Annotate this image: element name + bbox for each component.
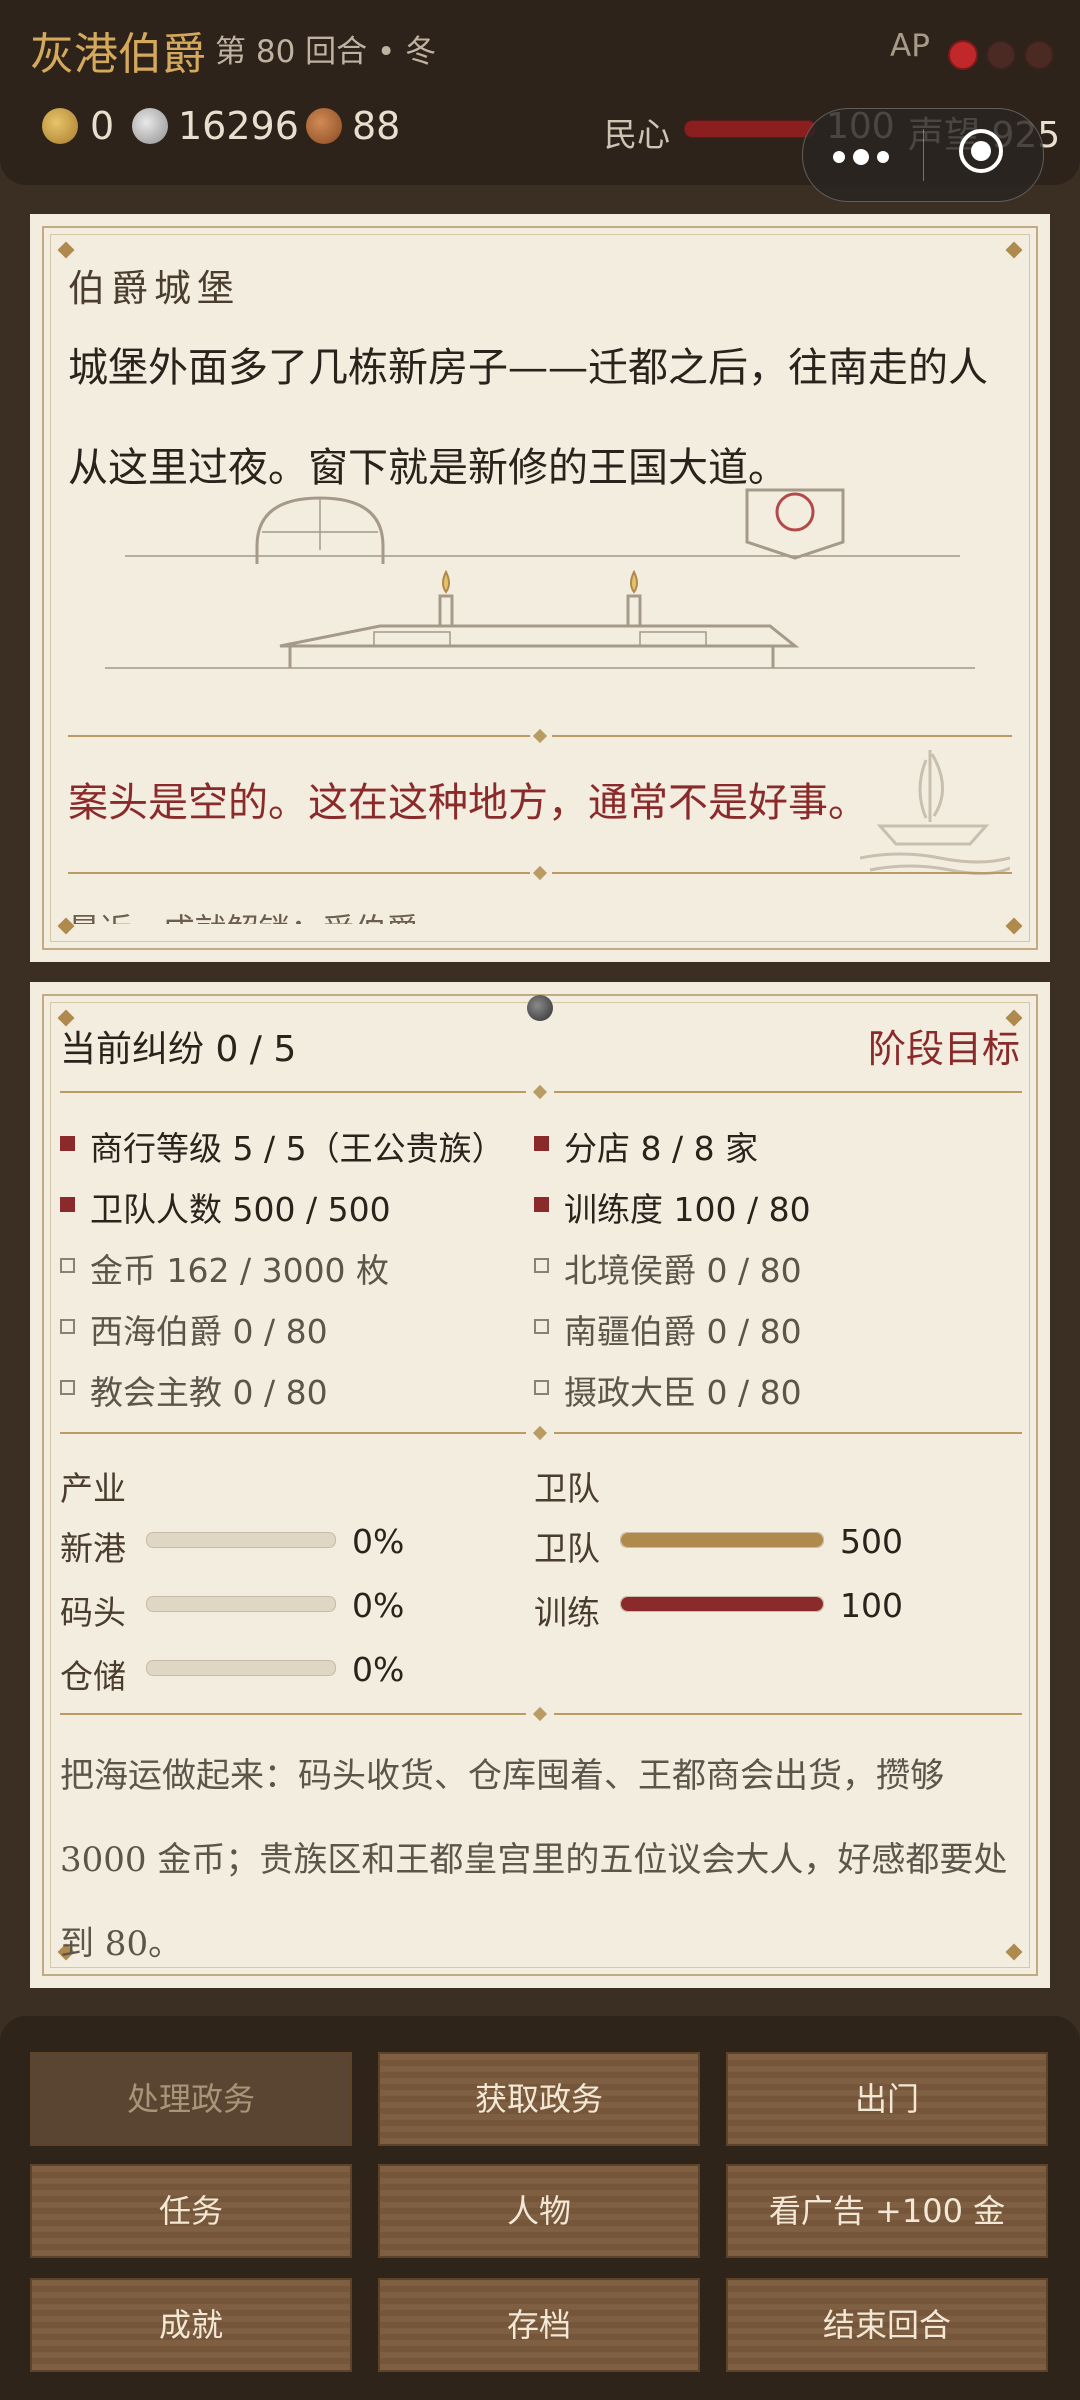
industry-label: 码头 xyxy=(60,1593,126,1632)
gold-count: 0 xyxy=(90,104,115,148)
handle-affairs-button[interactable]: 处理政务 xyxy=(30,2052,352,2146)
story-alert: 案头是空的。这在这种地方，通常不是好事。 xyxy=(68,780,868,826)
end-turn-button[interactable]: 结束回合 xyxy=(726,2278,1048,2372)
checked-box-icon xyxy=(60,1197,75,1212)
morale-bar xyxy=(684,120,816,138)
gold-coin-icon xyxy=(42,108,78,144)
save-button[interactable]: 存档 xyxy=(378,2278,700,2372)
guard-bar xyxy=(620,1532,824,1548)
mini-program-capsule xyxy=(802,108,1044,202)
castle-interior-illustration xyxy=(105,488,975,669)
goal-label: 商行等级 5 / 5（王公贵族） xyxy=(90,1129,505,1168)
industry-value: 0% xyxy=(352,1650,405,1689)
industry-bar xyxy=(146,1596,336,1612)
stage-goals-link[interactable]: 阶段目标 xyxy=(868,1018,1020,1073)
story-divider xyxy=(68,872,530,874)
bar-fill xyxy=(621,1533,823,1547)
section-divider xyxy=(554,1432,1022,1434)
morale-label: 民心 xyxy=(604,115,670,154)
close-miniprogram-icon[interactable] xyxy=(959,129,1003,173)
unchecked-box-icon xyxy=(534,1319,549,1334)
goal-label: 金币 162 / 3000 枚 xyxy=(90,1251,390,1290)
pin-icon xyxy=(527,995,553,1021)
training-value: 100 xyxy=(840,1586,903,1625)
unchecked-box-icon xyxy=(60,1380,75,1395)
guard-label: 卫队 xyxy=(534,1529,600,1568)
goal-label: 分店 8 / 8 家 xyxy=(564,1129,759,1168)
capsule-divider xyxy=(923,129,924,181)
ap-label: AP xyxy=(890,28,930,64)
industry-value: 0% xyxy=(352,1522,405,1561)
section-divider xyxy=(554,1091,1022,1093)
goal-label: 南疆伯爵 0 / 80 xyxy=(564,1312,802,1351)
copper-coin-icon xyxy=(306,108,342,144)
unchecked-box-icon xyxy=(60,1319,75,1334)
industry-label: 仓储 xyxy=(60,1657,126,1696)
silver-count: 16296 xyxy=(178,104,299,148)
goal-label: 卫队人数 500 / 500 xyxy=(90,1190,391,1229)
checked-box-icon xyxy=(60,1136,75,1151)
goal-label: 教会主教 0 / 80 xyxy=(90,1373,328,1412)
goal-label: 训练度 100 / 80 xyxy=(564,1190,811,1229)
goal-label: 北境侯爵 0 / 80 xyxy=(564,1251,802,1290)
recent-events-line: 最近 · 成就解锁：受伯爵 xyxy=(68,900,968,924)
go-out-button[interactable]: 出门 xyxy=(726,2052,1048,2146)
disputes-title: 当前纠纷 0 / 5 xyxy=(60,1029,297,1070)
industry-bar xyxy=(146,1660,336,1676)
industry-bar xyxy=(146,1532,336,1548)
story-divider xyxy=(552,735,1012,737)
checked-box-icon xyxy=(534,1197,549,1212)
section-divider xyxy=(60,1432,526,1434)
unchecked-box-icon xyxy=(60,1258,75,1273)
story-divider xyxy=(552,872,1012,874)
industry-value: 0% xyxy=(352,1586,405,1625)
checked-box-icon xyxy=(534,1136,549,1151)
unchecked-box-icon xyxy=(534,1258,549,1273)
tasks-button[interactable]: 任务 xyxy=(30,2164,352,2258)
section-divider xyxy=(554,1713,1022,1715)
action-bar: 处理政务 获取政务 出门 任务 人物 看广告 +100 金 成就 存档 结束回合 xyxy=(0,2016,1080,2400)
ap-point-icon xyxy=(986,40,1016,70)
unchecked-box-icon xyxy=(534,1380,549,1395)
ap-point-icon xyxy=(1024,40,1054,70)
bar-fill xyxy=(621,1597,823,1611)
training-bar xyxy=(620,1596,824,1612)
achievements-button[interactable]: 成就 xyxy=(30,2278,352,2372)
section-divider xyxy=(60,1091,526,1093)
player-title: 灰港伯爵 xyxy=(30,29,206,80)
guard-value: 500 xyxy=(840,1522,903,1561)
ap-point-icon xyxy=(948,40,978,70)
section-divider xyxy=(60,1713,526,1715)
characters-button[interactable]: 人物 xyxy=(378,2164,700,2258)
industry-heading: 产业 xyxy=(60,1469,126,1508)
get-affairs-button[interactable]: 获取政务 xyxy=(378,2052,700,2146)
turn-indicator: 第 80 回合 • 冬 xyxy=(215,34,437,70)
copper-count: 88 xyxy=(352,104,401,148)
silver-coin-icon xyxy=(132,108,168,144)
watch-ad-button[interactable]: 看广告 +100 金 xyxy=(726,2164,1048,2258)
goal-label: 西海伯爵 0 / 80 xyxy=(90,1312,328,1351)
stage-description: 把海运做起来：码头收货、仓库囤着、王都商会出货，攒够 3000 金币；贵族区和王… xyxy=(60,1756,1008,1964)
sailboat-icon xyxy=(860,750,1010,875)
industry-label: 新港 xyxy=(60,1529,126,1568)
guard-heading: 卫队 xyxy=(534,1469,600,1508)
guard-label: 训练 xyxy=(534,1593,600,1632)
location-title: 伯爵城堡 xyxy=(68,267,240,310)
top-status-bar: 灰港伯爵 第 80 回合 • 冬 AP 0 16296 88 民心 100 声望… xyxy=(0,0,1080,202)
story-divider xyxy=(68,735,530,737)
goal-label: 摄政大臣 0 / 80 xyxy=(564,1373,802,1412)
